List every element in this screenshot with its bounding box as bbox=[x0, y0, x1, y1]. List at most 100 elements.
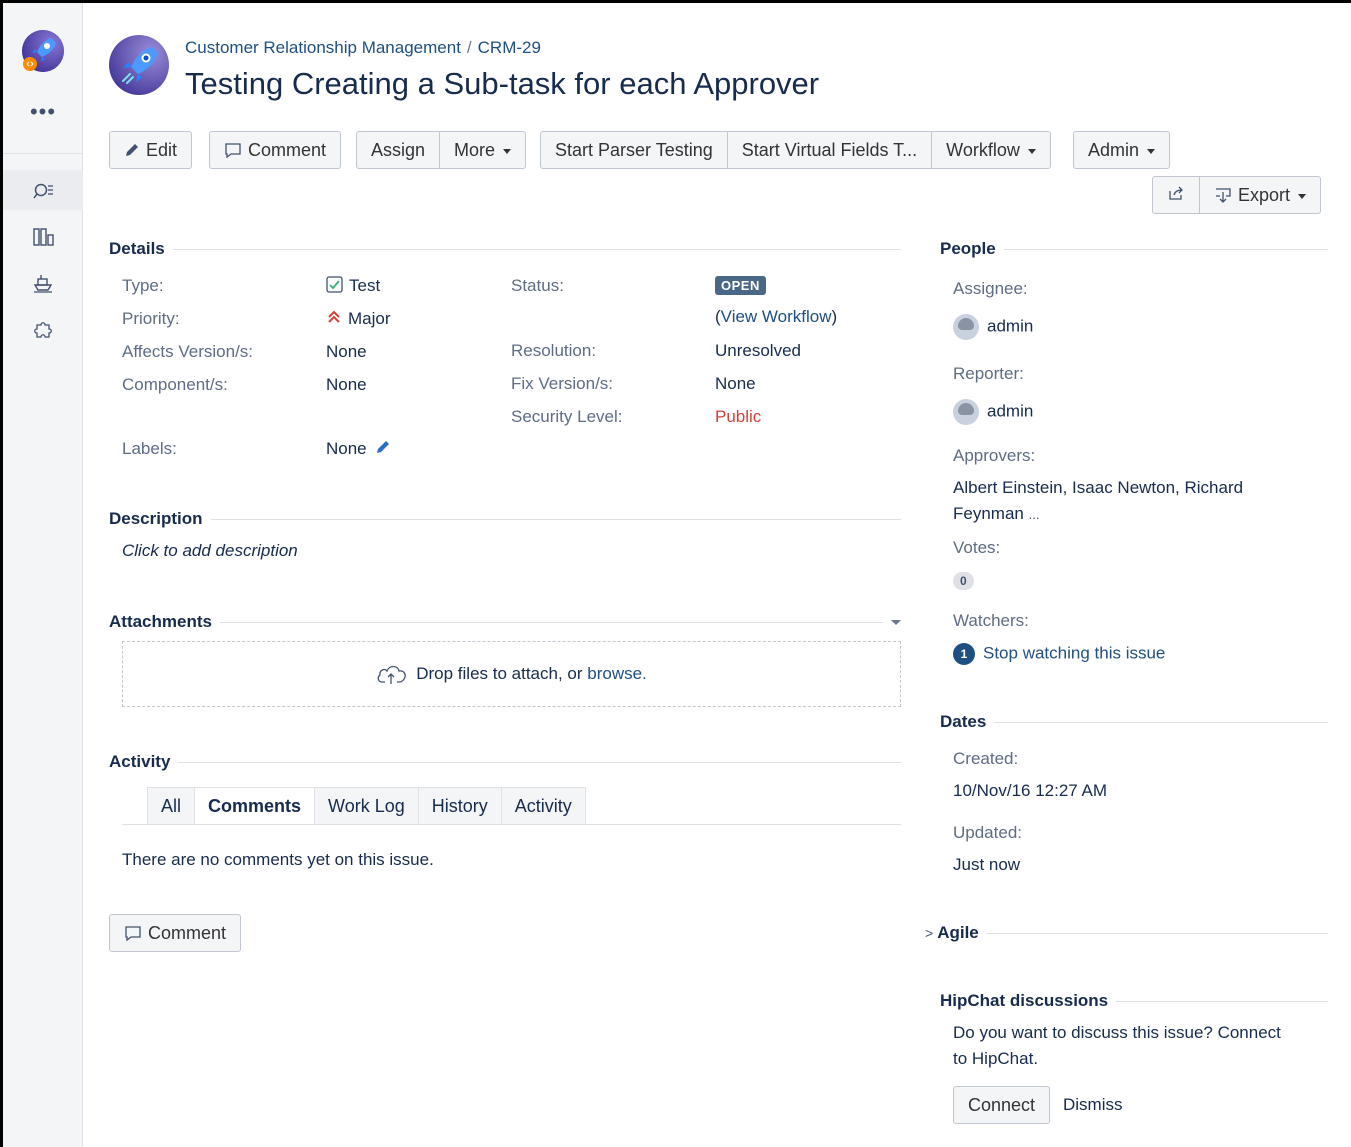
votes-value[interactable]: 0 bbox=[953, 570, 974, 590]
sidebar-item-search[interactable] bbox=[3, 170, 83, 210]
fix-version-value[interactable]: None bbox=[715, 374, 756, 394]
ship-icon bbox=[33, 275, 53, 293]
share-button[interactable] bbox=[1153, 177, 1200, 213]
description-heading[interactable]: Description bbox=[109, 509, 901, 529]
watchers-count-badge[interactable]: 1 bbox=[953, 643, 975, 665]
priority-value-text: Major bbox=[348, 309, 391, 328]
puzzle-icon bbox=[34, 322, 52, 338]
tab-work-log[interactable]: Work Log bbox=[314, 787, 419, 825]
board-icon bbox=[33, 228, 54, 246]
workflow-label: Workflow bbox=[946, 139, 1020, 160]
labels-value[interactable]: None bbox=[326, 439, 391, 460]
share-icon bbox=[1167, 184, 1185, 207]
connect-label: Connect bbox=[968, 1094, 1036, 1115]
comment-icon bbox=[224, 141, 242, 159]
search-filter-icon bbox=[33, 183, 53, 199]
agile-heading[interactable]: > Agile bbox=[925, 923, 1328, 943]
reporter-label: Reporter: bbox=[953, 364, 1024, 383]
resolution-value: Unresolved bbox=[715, 341, 801, 360]
comment-button[interactable]: Comment bbox=[209, 131, 342, 169]
assign-button[interactable]: Assign bbox=[357, 132, 441, 168]
people-heading-label: People bbox=[940, 239, 996, 258]
chevron-down-icon bbox=[1298, 193, 1307, 199]
chevron-down-icon bbox=[1147, 148, 1156, 154]
approvers-label: Approvers: bbox=[953, 446, 1036, 465]
admin-button[interactable]: Admin bbox=[1073, 131, 1171, 169]
activity-heading[interactable]: Activity bbox=[109, 752, 901, 772]
votes-badge: 0 bbox=[953, 572, 974, 590]
issue-title[interactable]: Testing Creating a Sub-task for each App… bbox=[185, 66, 819, 102]
sidebar: ••• bbox=[3, 3, 83, 1147]
reporter-name: admin bbox=[987, 401, 1034, 421]
tab-history[interactable]: History bbox=[417, 787, 502, 825]
dismiss-link[interactable]: Dismiss bbox=[1063, 1095, 1123, 1115]
type-value-text: Test bbox=[349, 276, 381, 295]
sidebar-item-releases[interactable] bbox=[3, 263, 83, 303]
pencil-edit-icon[interactable] bbox=[375, 439, 391, 460]
stop-watching-link[interactable]: Stop watching this issue bbox=[983, 643, 1165, 662]
more-icon[interactable]: ••• bbox=[3, 99, 83, 125]
dates-heading[interactable]: Dates bbox=[940, 712, 1328, 732]
type-value[interactable]: Test bbox=[326, 276, 380, 296]
priority-label: Priority: bbox=[122, 309, 180, 328]
chevron-down-icon bbox=[503, 148, 512, 154]
component-value[interactable]: None bbox=[326, 375, 367, 395]
people-heading[interactable]: People bbox=[940, 239, 1328, 259]
status-label: Status: bbox=[511, 276, 564, 295]
issue-view: Customer Relationship Management / CRM-29 … bbox=[84, 3, 1351, 1147]
tab-comments[interactable]: Comments bbox=[194, 787, 316, 825]
avatar bbox=[953, 399, 979, 425]
security-level-value[interactable]: Public bbox=[715, 407, 761, 427]
attachments-heading[interactable]: Attachments bbox=[109, 612, 901, 632]
assignee-value[interactable]: admin bbox=[953, 314, 1033, 340]
sidebar-item-boards[interactable] bbox=[3, 217, 83, 257]
attachments-options-icon[interactable] bbox=[891, 619, 901, 625]
admin-label: Admin bbox=[1088, 139, 1140, 160]
created-label: Created: bbox=[953, 749, 1019, 768]
hipchat-heading[interactable]: HipChat discussions bbox=[940, 991, 1328, 1011]
project-avatar[interactable] bbox=[108, 34, 170, 96]
breadcrumb-project-link[interactable]: Customer Relationship Management bbox=[185, 38, 461, 57]
more-button[interactable]: More bbox=[440, 132, 525, 168]
start-parser-testing-button[interactable]: Start Parser Testing bbox=[541, 132, 728, 168]
edit-label: Edit bbox=[146, 139, 178, 160]
pencil-icon bbox=[124, 142, 140, 158]
assignee-label: Assignee: bbox=[953, 279, 1028, 298]
details-heading-label: Details bbox=[109, 239, 165, 258]
priority-value[interactable]: Major bbox=[326, 309, 391, 329]
sidebar-item-addons[interactable] bbox=[3, 309, 83, 349]
breadcrumb-separator: / bbox=[466, 38, 472, 57]
priority-major-icon bbox=[326, 309, 342, 325]
approvers-line1: Albert Einstein, Isaac Newton, Richard bbox=[953, 478, 1244, 497]
labels-label: Labels: bbox=[122, 439, 177, 458]
affects-version-value[interactable]: None bbox=[326, 342, 367, 362]
breadcrumb-issue-key-link[interactable]: CRM-29 bbox=[478, 38, 541, 57]
browse-link[interactable]: browse. bbox=[587, 664, 647, 684]
details-heading[interactable]: Details bbox=[109, 239, 901, 259]
reporter-value[interactable]: admin bbox=[953, 399, 1033, 425]
description-heading-label: Description bbox=[109, 509, 203, 528]
workflow-group: Start Parser Testing Start Virtual Field… bbox=[540, 131, 1051, 169]
hipchat-text-line2: to HipChat. bbox=[953, 1049, 1039, 1068]
approvers-more-link[interactable]: ... bbox=[1029, 507, 1040, 522]
attachment-dropzone[interactable]: Drop files to attach, or browse. bbox=[122, 641, 901, 707]
created-value: 10/Nov/16 12:27 AM bbox=[953, 781, 1108, 800]
rocket-logo-icon[interactable] bbox=[21, 29, 65, 73]
hipchat-text-line1: Do you want to discuss this issue? Conne… bbox=[953, 1023, 1281, 1042]
description-placeholder[interactable]: Click to add description bbox=[122, 541, 298, 561]
votes-label: Votes: bbox=[953, 538, 1001, 557]
workflow-button[interactable]: Workflow bbox=[932, 132, 1050, 168]
tab-activity[interactable]: Activity bbox=[500, 787, 586, 825]
tab-all[interactable]: All bbox=[147, 787, 196, 825]
bottom-comment-button[interactable]: Comment bbox=[109, 914, 242, 952]
start-virtual-fields-button[interactable]: Start Virtual Fields T... bbox=[728, 132, 933, 168]
export-button[interactable]: Export bbox=[1200, 177, 1320, 213]
cloud-upload-icon bbox=[376, 663, 408, 685]
more-label: More bbox=[454, 139, 496, 160]
hipchat-heading-label: HipChat discussions bbox=[940, 991, 1109, 1010]
type-label: Type: bbox=[122, 276, 164, 295]
connect-button[interactable]: Connect bbox=[953, 1086, 1051, 1124]
edit-button[interactable]: Edit bbox=[109, 131, 193, 169]
chevron-down-icon bbox=[1027, 148, 1036, 154]
view-workflow-link[interactable]: View Workflow bbox=[721, 307, 832, 326]
